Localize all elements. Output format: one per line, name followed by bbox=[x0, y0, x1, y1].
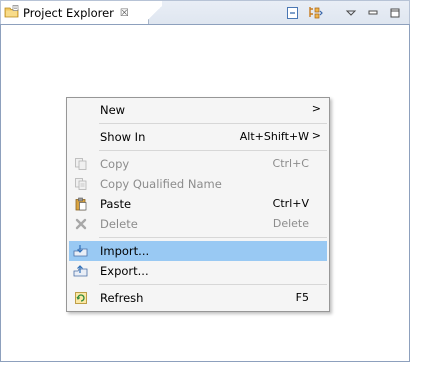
menu-item-refresh[interactable]: Refresh F5 bbox=[69, 288, 327, 308]
menu-item-show-in[interactable]: Show In Alt+Shift+W > bbox=[69, 127, 327, 147]
menu-item-label: New bbox=[100, 103, 126, 117]
submenu-arrow-icon: > bbox=[311, 129, 321, 142]
paste-icon bbox=[73, 196, 89, 212]
menu-item-label: Export... bbox=[100, 264, 149, 278]
menu-item-label: Copy Qualified Name bbox=[100, 177, 222, 191]
menu-item-shortcut: Alt+Shift+W bbox=[239, 130, 309, 143]
delete-icon bbox=[73, 216, 89, 232]
project-explorer-icon bbox=[4, 4, 20, 23]
context-menu: New > Show In Alt+Shift+W > Copy Ctrl+C … bbox=[66, 97, 330, 312]
collapse-all-icon[interactable] bbox=[285, 5, 301, 21]
copy-icon bbox=[73, 156, 89, 172]
menu-separator bbox=[99, 150, 327, 151]
menu-item-label: Refresh bbox=[100, 291, 144, 305]
copy-qualified-name-icon bbox=[73, 176, 89, 192]
menu-item-paste[interactable]: Paste Ctrl+V bbox=[69, 194, 327, 214]
menu-item-shortcut: Ctrl+C bbox=[272, 157, 309, 170]
menu-item-import[interactable]: Import... bbox=[69, 241, 327, 261]
menu-item-shortcut: Ctrl+V bbox=[272, 197, 309, 210]
menu-item-shortcut: F5 bbox=[295, 291, 309, 304]
tab-title: Project Explorer bbox=[23, 6, 114, 20]
close-icon[interactable]: ☒ bbox=[120, 8, 129, 19]
view-menu-icon[interactable] bbox=[343, 5, 359, 21]
menu-item-copy[interactable]: Copy Ctrl+C bbox=[69, 154, 327, 174]
menu-item-label: Copy bbox=[100, 157, 130, 171]
tab-project-explorer[interactable]: Project Explorer ☒ bbox=[1, 1, 162, 25]
menu-item-export[interactable]: Export... bbox=[69, 261, 327, 281]
menu-item-delete[interactable]: Delete Delete bbox=[69, 214, 327, 234]
menu-separator bbox=[99, 123, 327, 124]
menu-item-label: Show In bbox=[100, 130, 146, 144]
menu-item-label: Paste bbox=[100, 197, 132, 211]
menu-item-copy-qualified-name[interactable]: Copy Qualified Name bbox=[69, 174, 327, 194]
view-tab-bar: Project Explorer ☒ bbox=[0, 0, 410, 25]
menu-item-label: Delete bbox=[100, 217, 138, 231]
submenu-arrow-icon: > bbox=[311, 102, 321, 115]
menu-item-new[interactable]: New > bbox=[69, 100, 327, 120]
view-toolbar bbox=[285, 4, 403, 22]
menu-separator bbox=[99, 284, 327, 285]
link-with-editor-icon[interactable] bbox=[307, 5, 323, 21]
export-icon bbox=[73, 263, 89, 279]
menu-item-shortcut: Delete bbox=[272, 217, 309, 230]
minimize-icon[interactable] bbox=[365, 5, 381, 21]
menu-separator bbox=[99, 237, 327, 238]
menu-item-label: Import... bbox=[100, 244, 150, 258]
maximize-icon[interactable] bbox=[387, 5, 403, 21]
import-icon bbox=[73, 243, 89, 259]
refresh-icon bbox=[73, 290, 89, 306]
